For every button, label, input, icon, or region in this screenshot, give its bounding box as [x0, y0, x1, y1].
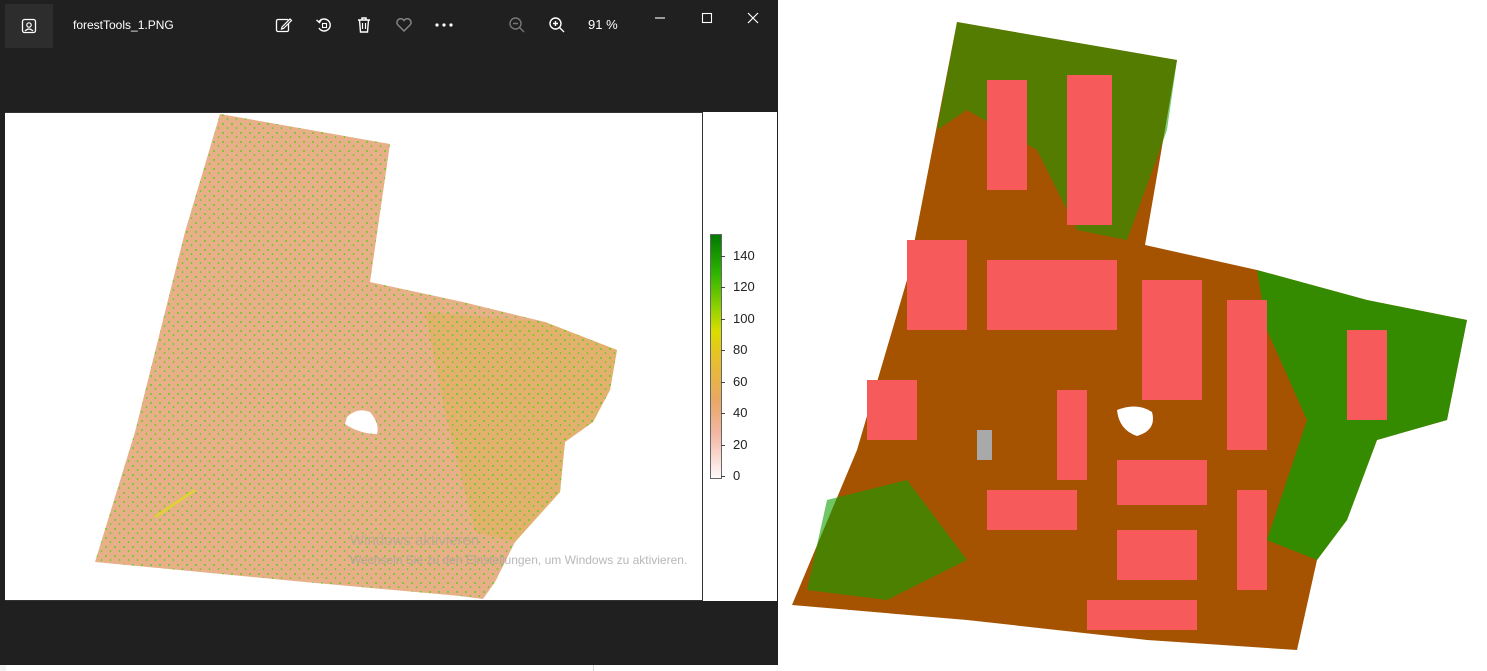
- zoom-in-button[interactable]: [542, 10, 572, 40]
- legend-colorbar: [710, 234, 722, 479]
- zoom-level: 91 %: [588, 17, 618, 32]
- legend-tick: [721, 476, 725, 477]
- zoom-in-icon: [549, 17, 565, 33]
- more-icon: [435, 23, 453, 27]
- height-raster-image: [95, 114, 617, 599]
- legend-label: 100: [733, 311, 755, 326]
- delete-button[interactable]: [349, 10, 379, 40]
- edit-button[interactable]: [269, 10, 299, 40]
- legend-label: 20: [733, 437, 748, 452]
- photos-viewer-window: forestTools_1.PNG 91 % 140 120 100 80 60…: [0, 0, 778, 665]
- legend-tick: [721, 413, 725, 414]
- zoom-out-button[interactable]: [502, 10, 532, 40]
- viewer-bottom-bar: [0, 601, 778, 665]
- classified-point-cloud-image: [792, 22, 1467, 650]
- legend-tick: [721, 382, 725, 383]
- activation-watermark-title: Windows aktivieren: [350, 532, 480, 549]
- favorite-button[interactable]: [389, 10, 419, 40]
- minimize-button[interactable]: [645, 3, 675, 33]
- legend-label: 140: [733, 248, 755, 263]
- legend-label: 120: [733, 279, 755, 294]
- legend-tick: [721, 319, 725, 320]
- image-icon: [21, 18, 37, 34]
- legend-label: 40: [733, 405, 748, 420]
- minimize-icon: [655, 17, 665, 19]
- viewer-titlebar: forestTools_1.PNG 91 %: [0, 0, 778, 50]
- edit-icon: [275, 18, 293, 33]
- legend-label: 80: [733, 342, 748, 357]
- legend-label: 60: [733, 374, 748, 389]
- legend-label: 0: [733, 468, 741, 483]
- maximize-button[interactable]: [692, 3, 722, 33]
- legend-tick: [721, 350, 725, 351]
- maximize-icon: [701, 12, 713, 24]
- more-button[interactable]: [429, 10, 459, 40]
- image-canvas[interactable]: 140 120 100 80 60 40 20 0 Windows aktivi…: [5, 112, 777, 601]
- rotate-button[interactable]: [309, 10, 339, 40]
- activation-watermark-text: Wechseln Sie zu den Einstellungen, um Wi…: [350, 553, 688, 567]
- legend-tick: [721, 287, 725, 288]
- close-icon: [747, 12, 759, 24]
- rotate-icon: [316, 18, 331, 32]
- heart-icon: [396, 18, 412, 32]
- zoom-out-icon: [509, 17, 525, 33]
- legend-tick: [721, 445, 725, 446]
- file-name: forestTools_1.PNG: [73, 18, 174, 32]
- trash-icon: [358, 17, 370, 33]
- legend-tick: [721, 256, 725, 257]
- app-icon-button[interactable]: [5, 4, 53, 48]
- close-button[interactable]: [738, 3, 768, 33]
